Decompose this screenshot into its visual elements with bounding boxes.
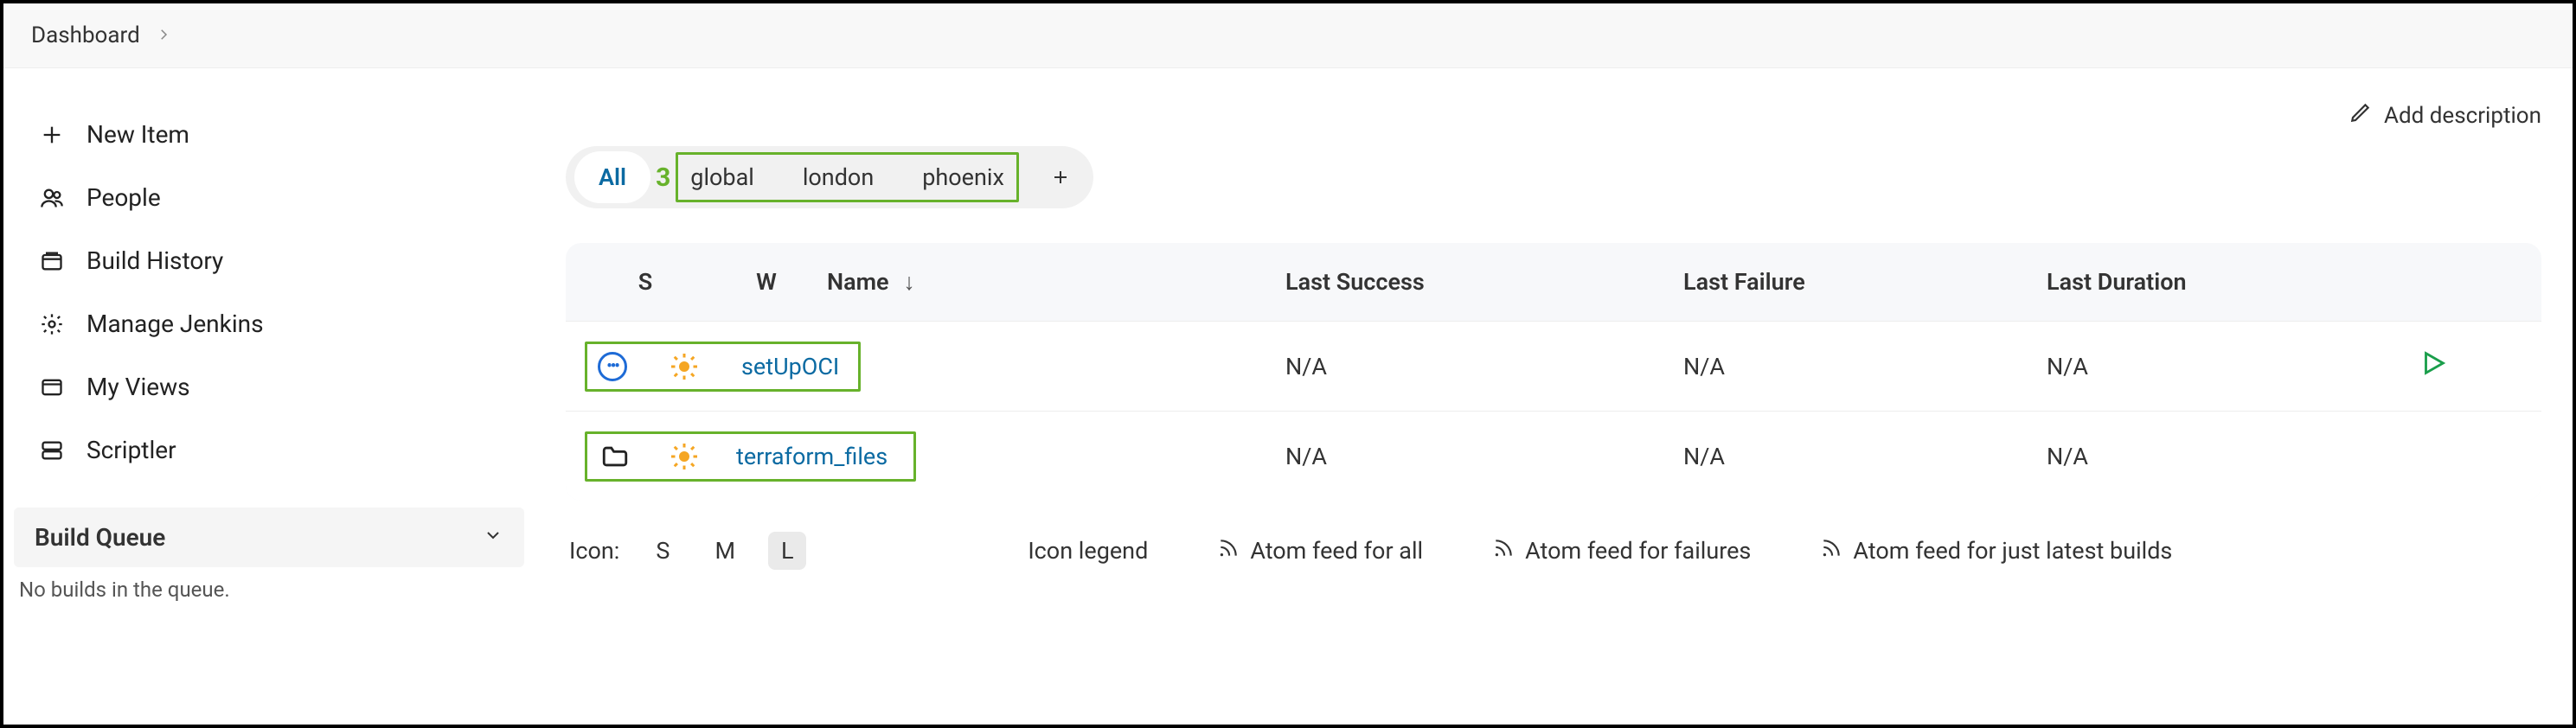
tab-phoenix[interactable]: phoenix bbox=[917, 160, 1009, 195]
add-tab-button[interactable] bbox=[1036, 153, 1085, 201]
sidebar-item-people[interactable]: People bbox=[14, 166, 524, 229]
cell-last-failure: N/A bbox=[1683, 353, 2047, 380]
window-icon bbox=[38, 374, 66, 401]
sidebar-item-label: People bbox=[87, 183, 161, 212]
icon-size-s[interactable]: S bbox=[644, 532, 682, 570]
job-link-setupoci[interactable]: setUpOCI bbox=[741, 353, 839, 380]
build-now-button[interactable] bbox=[2419, 348, 2522, 384]
cell-last-success: N/A bbox=[1285, 443, 1683, 470]
status-notbuilt-icon: ••• bbox=[598, 352, 627, 381]
tabs-pill: All 3 global london phoenix bbox=[566, 146, 1093, 208]
plus-icon bbox=[38, 121, 66, 149]
rss-icon bbox=[1492, 537, 1515, 565]
sidebar-item-label: Manage Jenkins bbox=[87, 310, 264, 338]
tab-global[interactable]: global bbox=[685, 160, 759, 195]
sidebar-item-scriptler[interactable]: Scriptler bbox=[14, 418, 524, 482]
col-weather[interactable]: W bbox=[706, 268, 827, 296]
rss-icon bbox=[1217, 537, 1240, 565]
build-queue-status: No builds in the queue. bbox=[14, 567, 524, 602]
atom-feed-all[interactable]: Atom feed for all bbox=[1217, 537, 1423, 565]
cell-last-duration: N/A bbox=[2047, 353, 2419, 380]
sidebar-item-label: Build History bbox=[87, 246, 223, 275]
add-description-button[interactable]: Add description bbox=[2349, 101, 2541, 130]
folder-icon bbox=[598, 442, 632, 471]
build-queue-title: Build Queue bbox=[35, 523, 165, 552]
stack-icon bbox=[38, 437, 66, 464]
job-link-terraform-files[interactable]: terraform_files bbox=[736, 443, 888, 470]
atom-feed-latest[interactable]: Atom feed for just latest builds bbox=[1820, 537, 2172, 565]
pencil-icon bbox=[2349, 101, 2372, 130]
sidebar-item-label: Scriptler bbox=[87, 436, 176, 464]
cell-last-failure: N/A bbox=[1683, 443, 2047, 470]
sort-down-icon: ↓ bbox=[903, 268, 915, 296]
table-footer: Icon: S M L Icon legend Atom feed for al… bbox=[566, 532, 2541, 570]
tab-all[interactable]: All bbox=[574, 151, 650, 203]
sidebar-item-my-views[interactable]: My Views bbox=[14, 355, 524, 418]
sidebar-item-label: My Views bbox=[87, 373, 190, 401]
sidebar-item-new-item[interactable]: New Item bbox=[14, 103, 524, 166]
table-row: 2 terraform_files N/A N/A N/A bbox=[566, 411, 2541, 501]
col-last-failure[interactable]: Last Failure bbox=[1683, 268, 2047, 296]
chevron-right-icon bbox=[156, 22, 171, 48]
col-last-duration[interactable]: Last Duration bbox=[2047, 268, 2419, 296]
icon-size-m[interactable]: M bbox=[706, 532, 744, 570]
cell-last-duration: N/A bbox=[2047, 443, 2419, 470]
view-tabs: All 3 global london phoenix bbox=[566, 146, 2541, 208]
sidebar-item-label: New Item bbox=[87, 120, 189, 149]
col-name-label: Name bbox=[827, 268, 889, 296]
weather-sunny-icon bbox=[669, 351, 700, 382]
annotation-number-3: 3 bbox=[656, 163, 670, 193]
sidebar: New Item People Build History Manage Jen… bbox=[3, 68, 535, 658]
atom-feed-failures-label: Atom feed for failures bbox=[1525, 537, 1751, 565]
breadcrumb: Dashboard bbox=[3, 3, 2573, 68]
people-icon bbox=[38, 184, 66, 212]
add-description-label: Add description bbox=[2384, 103, 2541, 129]
row-highlight-box: ••• setUpOCI bbox=[585, 342, 861, 392]
col-name[interactable]: Name ↓ bbox=[827, 268, 1285, 296]
job-table: S W Name ↓ Last Success Last Failure Las… bbox=[566, 243, 2541, 501]
icon-size-control: Icon: S M L bbox=[569, 532, 806, 570]
build-queue-panel[interactable]: Build Queue bbox=[14, 508, 524, 567]
icon-size-l[interactable]: L bbox=[768, 532, 806, 570]
weather-sunny-icon bbox=[669, 441, 700, 472]
job-table-header: S W Name ↓ Last Success Last Failure Las… bbox=[566, 243, 2541, 321]
sidebar-item-manage-jenkins[interactable]: Manage Jenkins bbox=[14, 292, 524, 355]
icon-legend-link[interactable]: Icon legend bbox=[1028, 537, 1148, 565]
atom-feed-failures[interactable]: Atom feed for failures bbox=[1492, 537, 1751, 565]
tabs-highlight-box: global london phoenix bbox=[676, 152, 1019, 202]
history-box-icon bbox=[38, 247, 66, 275]
atom-feed-all-label: Atom feed for all bbox=[1250, 537, 1423, 565]
icon-size-label: Icon: bbox=[569, 537, 619, 565]
rss-icon bbox=[1820, 537, 1842, 565]
chevron-down-icon[interactable] bbox=[483, 523, 503, 552]
row-highlight-box: terraform_files bbox=[585, 431, 916, 482]
content: Add description All 3 global london phoe… bbox=[535, 68, 2573, 658]
tab-london[interactable]: london bbox=[798, 160, 879, 195]
breadcrumb-root[interactable]: Dashboard bbox=[31, 22, 140, 48]
gear-icon bbox=[38, 310, 66, 338]
table-row: 1 ••• setUpOCI N/A N/A N/A bbox=[566, 321, 2541, 411]
cell-last-success: N/A bbox=[1285, 353, 1683, 380]
col-last-success[interactable]: Last Success bbox=[1285, 268, 1683, 296]
sidebar-item-build-history[interactable]: Build History bbox=[14, 229, 524, 292]
col-status[interactable]: S bbox=[585, 268, 706, 296]
atom-feed-latest-label: Atom feed for just latest builds bbox=[1853, 537, 2172, 565]
